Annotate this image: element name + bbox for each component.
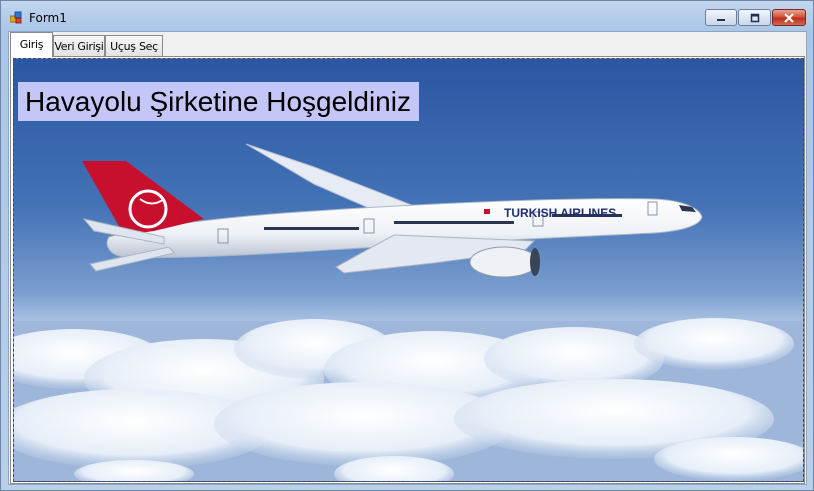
tab-page-giris: TURKISH AIRLINES Havayolu Şirketine Hoşg… (10, 56, 805, 484)
welcome-label: Havayolu Şirketine Hoşgeldiniz (18, 82, 419, 121)
title-bar[interactable]: Form1 (1, 1, 813, 31)
tab-strip: Giriş Veri Girişi Uçuş Seç (9, 32, 806, 57)
window-title: Form1 (29, 11, 67, 25)
form-client-area: Giriş Veri Girişi Uçuş Seç TURKISH AIRLI… (8, 31, 807, 485)
airplane-in-sky-image: TURKISH AIRLINES (14, 59, 803, 481)
restore-icon (750, 13, 759, 22)
maximize-button[interactable] (738, 9, 771, 26)
app-icon (10, 11, 22, 24)
tab-ucus-sec[interactable]: Uçuş Seç (105, 35, 163, 56)
minimize-icon (717, 18, 725, 21)
close-button[interactable] (772, 9, 806, 26)
airplane-picture: TURKISH AIRLINES Havayolu Şirketine Hoşg… (13, 58, 804, 482)
close-icon (784, 12, 794, 23)
cloud-layer (14, 318, 803, 481)
tab-giris[interactable]: Giriş (10, 32, 53, 57)
tab-veri-girisi[interactable]: Veri Girişi (53, 35, 105, 56)
app-window: Form1 Giriş Veri Girişi Uçuş Seç TURKISH… (0, 0, 814, 491)
livery-text: TURKISH AIRLINES (504, 206, 616, 220)
minimize-button[interactable] (705, 9, 737, 26)
